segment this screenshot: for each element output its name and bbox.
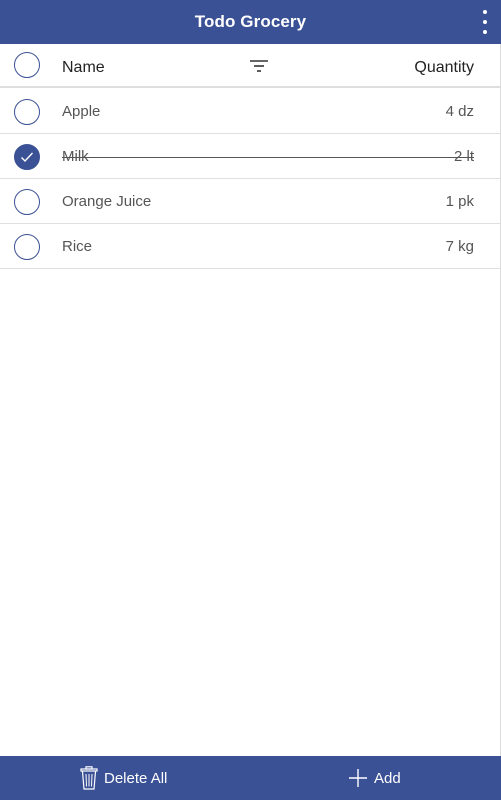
app-window: Todo Grocery Name Quantity Apple 4 dz Mi… bbox=[0, 0, 501, 800]
strikethrough-line bbox=[62, 157, 474, 158]
item-checkbox[interactable] bbox=[14, 234, 40, 260]
more-vertical-icon[interactable] bbox=[479, 10, 491, 34]
list-item[interactable]: Rice 7 kg bbox=[0, 224, 500, 269]
add-button[interactable]: Add bbox=[348, 756, 401, 800]
add-label: Add bbox=[374, 769, 401, 787]
menu-dot bbox=[483, 20, 487, 24]
plus-icon bbox=[349, 769, 367, 787]
column-header-row: Name Quantity bbox=[0, 44, 500, 88]
item-checkbox[interactable] bbox=[14, 99, 40, 125]
delete-all-button[interactable]: Delete All bbox=[80, 756, 167, 800]
item-name: Rice bbox=[62, 238, 93, 255]
list-item[interactable]: Orange Juice 1 pk bbox=[0, 179, 500, 224]
list-item[interactable]: Milk 2 lt bbox=[0, 134, 500, 179]
filter-icon[interactable] bbox=[248, 58, 270, 74]
item-name: Orange Juice bbox=[62, 193, 152, 210]
checkmark-icon bbox=[21, 152, 34, 163]
menu-dot bbox=[483, 30, 487, 34]
item-name: Apple bbox=[62, 103, 101, 120]
select-all-checkbox[interactable] bbox=[14, 52, 40, 78]
quantity-column-label: Quantity bbox=[414, 59, 474, 76]
item-checkbox[interactable] bbox=[14, 189, 40, 215]
grocery-list: Apple 4 dz Milk 2 lt Orange Juice 1 pk R… bbox=[0, 89, 500, 269]
app-footer: Delete All Add bbox=[0, 756, 501, 800]
trash-icon bbox=[80, 766, 98, 790]
item-quantity: 1 pk bbox=[445, 193, 474, 210]
menu-dot bbox=[483, 10, 487, 14]
list-item[interactable]: Apple 4 dz bbox=[0, 89, 500, 134]
item-quantity: 4 dz bbox=[445, 103, 474, 120]
item-checkbox[interactable] bbox=[14, 144, 40, 170]
delete-all-label: Delete All bbox=[104, 769, 168, 787]
name-column-label: Name bbox=[62, 59, 105, 76]
item-quantity: 7 kg bbox=[445, 238, 474, 255]
app-header: Todo Grocery bbox=[0, 0, 501, 44]
app-title: Todo Grocery bbox=[194, 12, 307, 31]
